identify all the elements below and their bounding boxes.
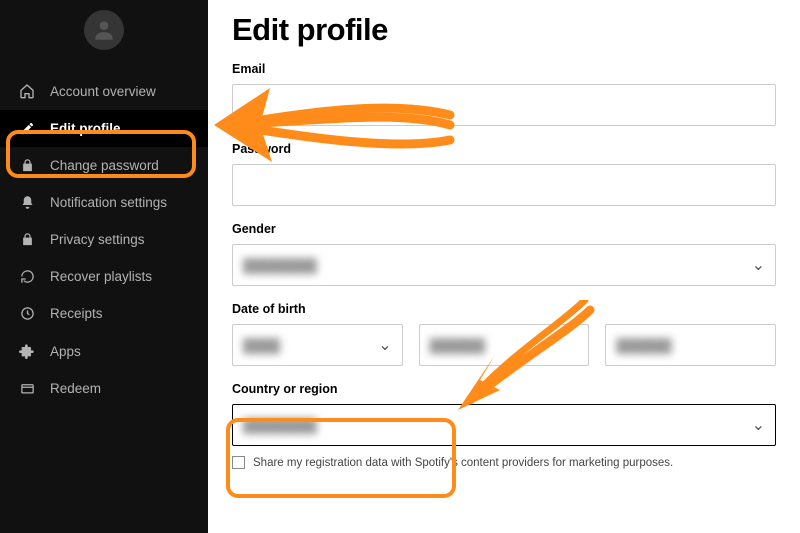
gender-value: ████████	[243, 258, 317, 273]
bell-icon	[18, 195, 36, 210]
pencil-icon	[18, 121, 36, 136]
card-icon	[18, 381, 36, 396]
sidebar-item-notification-settings[interactable]: Notification settings	[0, 184, 208, 221]
country-region-select[interactable]: ████████ ⌄	[232, 404, 776, 446]
sidebar-item-label: Apps	[50, 344, 81, 359]
sidebar-item-label: Edit profile	[50, 121, 121, 136]
dob-label: Date of birth	[232, 302, 776, 316]
chevron-down-icon: ⌄	[752, 255, 765, 275]
password-label: Password	[232, 142, 776, 156]
sidebar-item-apps[interactable]: Apps	[0, 332, 208, 370]
lock-icon	[18, 158, 36, 173]
app-root: Account overview Edit profile Change pas…	[0, 0, 800, 533]
email-label: Email	[232, 62, 776, 76]
dob-year-input[interactable]: ██████	[605, 324, 776, 366]
chevron-down-icon: ⌄	[378, 335, 391, 355]
sidebar-item-label: Privacy settings	[50, 232, 145, 247]
gender-select[interactable]: ████████ ⌄	[232, 244, 776, 286]
sidebar-item-account-overview[interactable]: Account overview	[0, 72, 208, 110]
country-label: Country or region	[232, 382, 776, 396]
sidebar-item-recover-playlists[interactable]: Recover playlists	[0, 258, 208, 295]
puzzle-icon	[18, 343, 36, 359]
gender-label: Gender	[232, 222, 776, 236]
sidebar-item-label: Redeem	[50, 381, 101, 396]
clock-icon	[18, 306, 36, 321]
dob-day-select[interactable]: ████⌄	[232, 324, 403, 366]
email-input[interactable]	[232, 84, 776, 126]
home-icon	[18, 83, 36, 99]
checkbox-icon[interactable]	[232, 456, 245, 469]
avatar-wrap	[0, 0, 208, 72]
sidebar-item-receipts[interactable]: Receipts	[0, 295, 208, 332]
sidebar-item-label: Receipts	[50, 306, 103, 321]
country-value: ████████	[243, 418, 317, 433]
dob-month-input[interactable]: ██████	[419, 324, 590, 366]
page-title: Edit profile	[232, 12, 776, 48]
sidebar-item-label: Recover playlists	[50, 269, 152, 284]
sidebar-item-label: Notification settings	[50, 195, 167, 210]
sidebar-item-privacy-settings[interactable]: Privacy settings	[0, 221, 208, 258]
country-field-group: Country or region ████████ ⌄	[232, 382, 776, 446]
sidebar-item-change-password[interactable]: Change password	[0, 147, 208, 184]
marketing-consent-row[interactable]: Share my registration data with Spotify'…	[232, 456, 776, 469]
password-input[interactable]	[232, 164, 776, 206]
sidebar-item-redeem[interactable]: Redeem	[0, 370, 208, 407]
email-field-group: Email	[232, 62, 776, 126]
gender-field-group: Gender ████████ ⌄	[232, 222, 776, 286]
lock-icon	[18, 232, 36, 247]
main-content: Edit profile Email Password Gender █████…	[208, 0, 800, 533]
marketing-consent-label: Share my registration data with Spotify'…	[253, 457, 673, 469]
sidebar-item-label: Account overview	[50, 84, 156, 99]
sidebar-item-label: Change password	[50, 158, 159, 173]
chevron-down-icon: ⌄	[752, 415, 765, 435]
avatar[interactable]	[84, 10, 124, 50]
sidebar-nav: Account overview Edit profile Change pas…	[0, 72, 208, 407]
sidebar: Account overview Edit profile Change pas…	[0, 0, 208, 533]
sidebar-item-edit-profile[interactable]: Edit profile	[0, 110, 208, 147]
dob-field-group: Date of birth ████⌄ ██████ ██████	[232, 302, 776, 366]
password-field-group: Password	[232, 142, 776, 206]
refresh-icon	[18, 269, 36, 284]
